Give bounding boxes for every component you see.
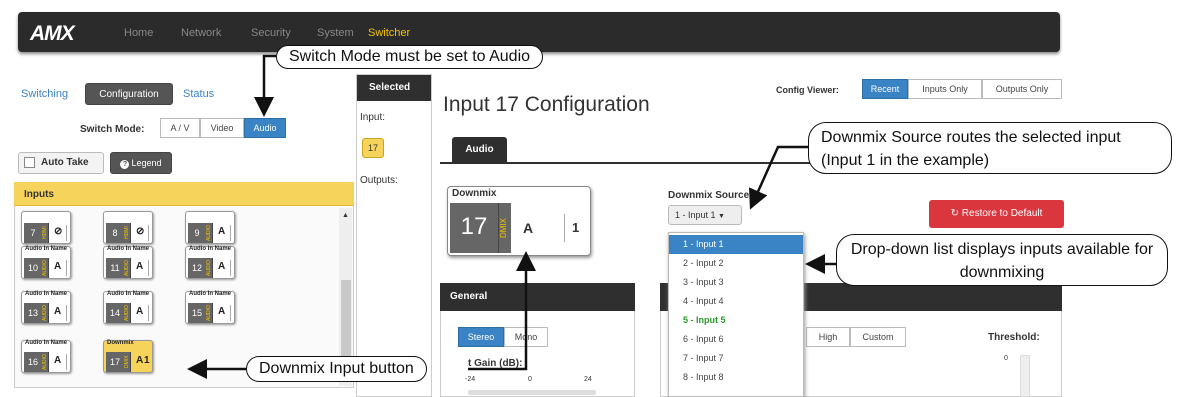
callout-downmix-input: Downmix Input button (246, 356, 427, 382)
callout-arrows (187, 54, 838, 379)
switch-mode-arrow (254, 54, 276, 117)
callout-switch-mode: Switch Mode must be set to Audio (276, 45, 544, 69)
downmix-source-arrow (749, 145, 810, 210)
callout-dropdown-list: Drop-down list displays inputs available… (836, 234, 1168, 286)
callout-downmix-source: Downmix Source routes the selected input… (808, 122, 1172, 174)
downmix-card-arrow (468, 251, 536, 371)
